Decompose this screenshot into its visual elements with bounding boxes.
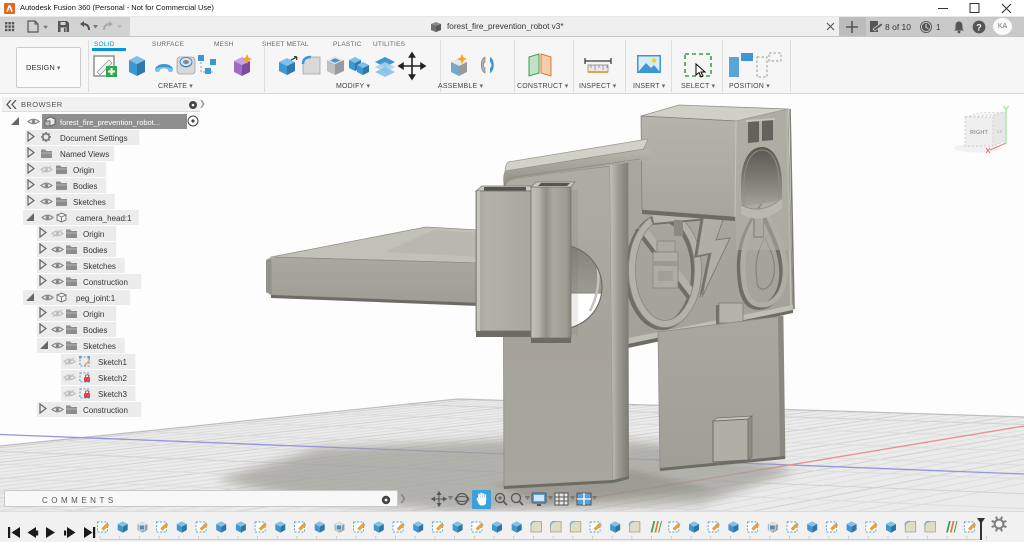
svg-text:Construction: Construction bbox=[83, 278, 128, 287]
svg-text:Bodies: Bodies bbox=[83, 326, 107, 335]
svg-text:camera_head:1: camera_head:1 bbox=[76, 214, 132, 223]
svg-text:forest_fire_prevention_robot..: forest_fire_prevention_robot... bbox=[60, 118, 160, 127]
svg-text:Document Settings: Document Settings bbox=[60, 134, 128, 143]
svg-text:Origin: Origin bbox=[73, 166, 94, 175]
svg-text:Construction: Construction bbox=[83, 406, 128, 415]
svg-text:Origin: Origin bbox=[83, 310, 104, 319]
svg-text:RIGHT: RIGHT bbox=[970, 130, 989, 136]
svg-text:Origin: Origin bbox=[83, 230, 104, 239]
svg-text:Sketches: Sketches bbox=[73, 198, 106, 207]
svg-text:?: ? bbox=[976, 22, 982, 32]
svg-text:L3: L3 bbox=[997, 129, 1003, 134]
svg-text:Bodies: Bodies bbox=[83, 246, 107, 255]
svg-text:Sketch2: Sketch2 bbox=[98, 374, 127, 383]
svg-text:Bodies: Bodies bbox=[73, 182, 97, 191]
svg-text:Named Views: Named Views bbox=[60, 150, 109, 159]
svg-text:Sketch1: Sketch1 bbox=[98, 358, 127, 367]
svg-text:Sketches: Sketches bbox=[83, 342, 116, 351]
svg-text:peg_joint:1: peg_joint:1 bbox=[76, 294, 116, 303]
svg-text:Sketch3: Sketch3 bbox=[98, 390, 127, 399]
svg-text:Sketches: Sketches bbox=[83, 262, 116, 271]
